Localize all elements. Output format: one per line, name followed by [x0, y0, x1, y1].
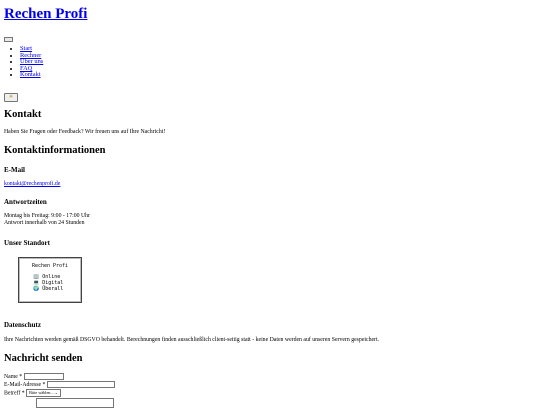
subject-label: Betreff * — [4, 390, 25, 397]
contact-info-heading: Kontaktinformationen — [4, 145, 106, 156]
site-title: Rechen Profi — [4, 6, 87, 23]
nav-item-kontakt: Kontakt — [20, 72, 43, 79]
email-row: E-Mail-Adresse * — [4, 381, 115, 388]
subject-row: Betreff * Bitte wählen... ⌄ — [4, 389, 62, 397]
map-title: Rechen Profi — [31, 263, 69, 269]
main-navigation: Start Rechner Über uns FAQ Kontakt — [3, 45, 43, 79]
name-label: Name * — [4, 373, 23, 380]
map-line-everywhere: 🌍 Überall — [33, 286, 64, 292]
name-input[interactable] — [23, 373, 64, 380]
subject-selected-value: Bitte wählen... — [29, 390, 54, 395]
email-field-label: E-Mail-Adresse * — [4, 381, 46, 388]
message-row — [36, 398, 114, 408]
location-map: Rechen Profi 🏢 Online 💻 Digital 🌍 Überal… — [18, 257, 82, 303]
email-heading: E-Mail — [4, 166, 25, 174]
contact-heading: Kontakt — [4, 109, 42, 120]
message-textarea[interactable] — [36, 398, 114, 408]
email-input[interactable] — [46, 381, 115, 388]
menu-toggle-button[interactable] — [4, 37, 13, 42]
hours-line-1: Montag bis Freitag: 9:00 - 17:00 Uhr — [4, 213, 90, 219]
hours-heading: Antwortzeiten — [4, 198, 47, 206]
location-heading: Unser Standort — [4, 239, 50, 247]
nav-link-kontakt[interactable]: Kontakt — [20, 71, 41, 79]
hours-line-2: Antwort innerhalb von 24 Stunden — [4, 220, 85, 226]
subject-select[interactable]: Bitte wählen... ⌄ — [26, 389, 62, 397]
email-link[interactable]: kontakt@rechenprofi.de — [4, 181, 60, 187]
name-row: Name * — [4, 373, 64, 380]
form-heading: Nachricht senden — [4, 353, 83, 364]
home-link[interactable]: Rechen Profi — [4, 6, 87, 22]
chevron-down-icon: ⌄ — [54, 390, 59, 395]
email-link-wrapper: kontakt@rechenprofi.de — [4, 181, 60, 188]
sun-moon-icon: ☀ — [8, 95, 14, 100]
theme-toggle-button[interactable]: ☀ — [4, 93, 18, 102]
contact-intro: Haben Sie Fragen oder Feedback? Wir freu… — [4, 129, 166, 135]
privacy-text: Ihre Nachrichten werden gemäß DSGVO beha… — [4, 337, 380, 343]
privacy-heading: Datenschutz — [4, 321, 41, 329]
